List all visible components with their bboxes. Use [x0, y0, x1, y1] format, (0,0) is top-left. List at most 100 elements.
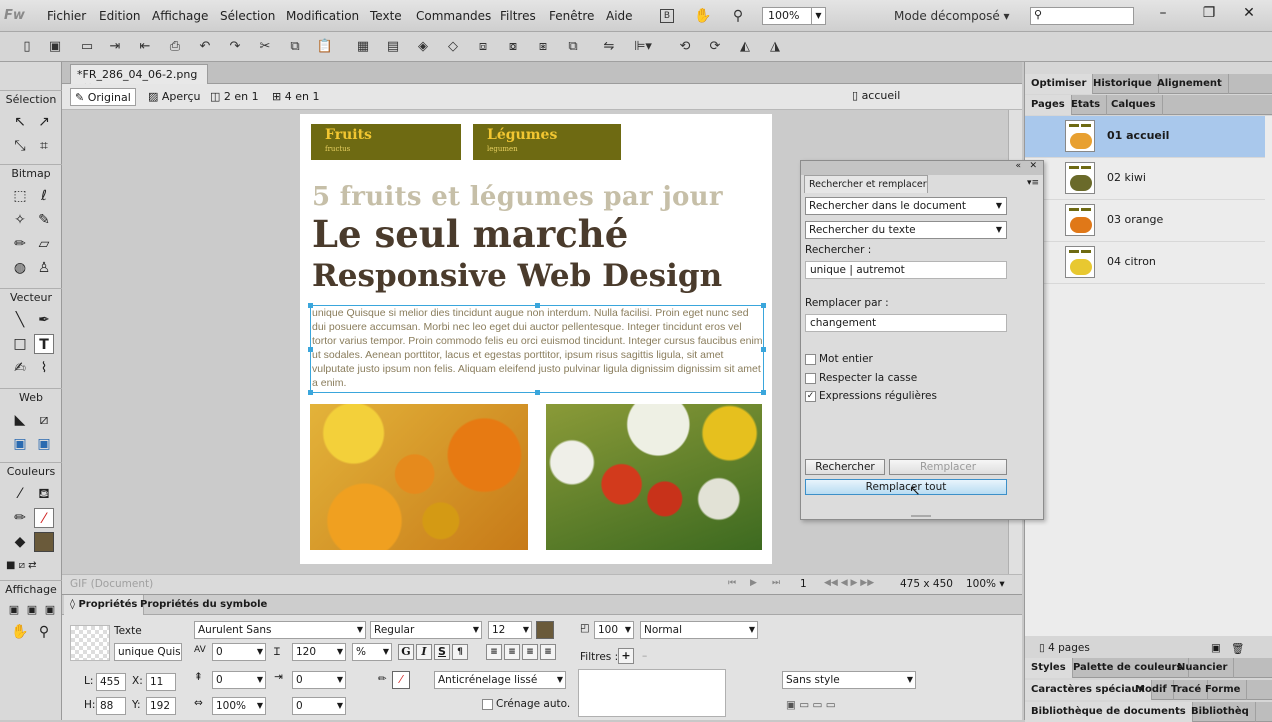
- text-selection-box[interactable]: [308, 303, 766, 395]
- restore-button[interactable]: ❐: [1194, 2, 1224, 24]
- subselect-tool-icon[interactable]: ↗: [34, 112, 54, 132]
- align-icon[interactable]: ⊫▾: [630, 38, 656, 56]
- italic-button[interactable]: I: [416, 644, 432, 660]
- panel-menu-icon[interactable]: ▾≡: [1027, 178, 1039, 188]
- document-format[interactable]: GIF (Document): [70, 578, 153, 590]
- font-size-input[interactable]: 12 ▼: [488, 621, 532, 639]
- tab-alignement[interactable]: Alignement: [1151, 74, 1229, 94]
- eyedropper-tool-icon[interactable]: ⁄: [10, 484, 30, 504]
- text-tool-icon[interactable]: T: [34, 334, 54, 354]
- search-scope-select[interactable]: Rechercher dans le document ▼: [805, 197, 1007, 215]
- close-button[interactable]: ✕: [1234, 2, 1264, 24]
- replace-input[interactable]: changement: [805, 314, 1007, 332]
- fill-swatch[interactable]: [34, 532, 54, 552]
- find-button[interactable]: Rechercher: [805, 459, 885, 475]
- brush-tool-icon[interactable]: ✎: [34, 210, 54, 230]
- autokern-checkbox[interactable]: [482, 699, 493, 710]
- menu-texte[interactable]: Texte: [370, 9, 402, 23]
- style-options-icon[interactable]: ▣ ▭ ▭ ▭: [786, 699, 836, 711]
- close-icon[interactable]: ✕: [1029, 161, 1037, 171]
- new-page-icon[interactable]: ▣: [1211, 642, 1221, 654]
- magic-wand-tool-icon[interactable]: ✧: [10, 210, 30, 230]
- pencil-tool-icon[interactable]: ✏: [10, 234, 30, 254]
- find-input[interactable]: unique | autremot: [805, 261, 1007, 279]
- tab-library[interactable]: Bibliothèq: [1185, 702, 1256, 722]
- tab-nuancier[interactable]: Nuancier: [1171, 658, 1235, 678]
- add-filter-button[interactable]: +: [618, 648, 634, 664]
- distribute-icon[interactable]: ⇋: [600, 38, 618, 56]
- status-zoom[interactable]: 100% ▾: [966, 578, 1005, 590]
- prev-page-icon[interactable]: ◀◀ ◀ ▶ ▶▶: [824, 578, 874, 588]
- tab-symbol-properties[interactable]: Propriétés du symbole: [134, 595, 273, 615]
- pointer-tool-icon[interactable]: ↖: [10, 112, 30, 132]
- copy-icon[interactable]: ⧉: [286, 38, 304, 56]
- object-name-input[interactable]: unique Quisc: [114, 643, 182, 661]
- underline-button[interactable]: S: [434, 644, 450, 660]
- regex-checkbox[interactable]: ✓: [805, 391, 816, 402]
- slice-tool-icon[interactable]: ⧄: [34, 410, 54, 430]
- dialog-titlebar[interactable]: « ✕: [801, 161, 1043, 175]
- nav-legumes[interactable]: Légumes legumen: [473, 124, 621, 160]
- tab-doc-library[interactable]: Bibliothèque de documents: [1025, 702, 1193, 722]
- page-title[interactable]: Le seul marché: [312, 212, 628, 256]
- paint-bucket-tool-icon[interactable]: ⛾: [34, 484, 54, 504]
- text-color-swatch[interactable]: [536, 621, 554, 639]
- new-file-icon[interactable]: ▯: [18, 38, 36, 56]
- nav-fruits[interactable]: Fruits fructus: [311, 124, 461, 160]
- tab-historique[interactable]: Historique: [1087, 74, 1159, 94]
- workspace-switcher[interactable]: Mode décomposé ▾: [894, 9, 1010, 23]
- artboard[interactable]: Fruits fructus Légumes legumen 5 fruits et…: [300, 114, 772, 564]
- split-icon[interactable]: ◇: [444, 38, 462, 56]
- text-effects-button[interactable]: ¶: [452, 644, 468, 660]
- rotate-ccw-icon[interactable]: ⟲: [676, 38, 694, 56]
- antialias-select[interactable]: Anticrénelage lissé ▼: [434, 671, 566, 689]
- replace-button[interactable]: Remplacer: [889, 459, 1007, 475]
- menu-edition[interactable]: Edition: [99, 9, 141, 23]
- delete-page-icon[interactable]: 🗑: [1231, 642, 1244, 655]
- font-style-select[interactable]: Regular ▼: [370, 621, 482, 639]
- tab-styles[interactable]: Styles: [1025, 658, 1073, 678]
- match-case-checkbox[interactable]: [805, 373, 816, 384]
- page-row-accueil[interactable]: 01 accueil: [1025, 116, 1265, 158]
- line-tool-icon[interactable]: ╲: [10, 310, 30, 330]
- menu-affichage[interactable]: Affichage: [152, 9, 208, 23]
- selection-handle[interactable]: [761, 303, 766, 308]
- ungroup-icon[interactable]: ▤: [384, 38, 402, 56]
- print-icon[interactable]: ⎙: [166, 38, 184, 56]
- page-row-kiwi[interactable]: 02 kiwi: [1025, 158, 1265, 200]
- eraser-tool-icon[interactable]: ▱: [34, 234, 54, 254]
- export-icon[interactable]: ⇤: [136, 38, 154, 56]
- marquee-tool-icon[interactable]: ⬚: [10, 186, 30, 206]
- open-icon[interactable]: ▭: [78, 38, 96, 56]
- tab-calques[interactable]: Calques: [1105, 95, 1163, 115]
- page-title-secondary[interactable]: Responsive Web Design: [312, 258, 722, 294]
- replace-all-button[interactable]: Remplacer tout: [805, 479, 1007, 495]
- selection-handle[interactable]: [535, 303, 540, 308]
- menu-selection[interactable]: Sélection: [220, 9, 275, 23]
- paragraph-spacing-input[interactable]: 0 ▼: [292, 697, 346, 715]
- first-frame-icon[interactable]: ⏮: [728, 578, 736, 588]
- send-back-icon[interactable]: ⧉: [564, 38, 582, 56]
- menu-commandes[interactable]: Commandes: [416, 9, 491, 23]
- view-2up-button[interactable]: ◫ 2 en 1: [206, 88, 263, 106]
- page-select[interactable]: ▯ accueil▼: [852, 89, 1048, 102]
- selection-handle[interactable]: [308, 303, 313, 308]
- text-style-select[interactable]: Sans style ▼: [782, 671, 916, 689]
- blur-tool-icon[interactable]: ◍: [10, 258, 30, 278]
- dialog-tab[interactable]: Rechercher et remplacer: [804, 175, 928, 193]
- cut-icon[interactable]: ✂: [256, 38, 274, 56]
- y-input[interactable]: 192: [146, 697, 176, 715]
- selection-handle[interactable]: [761, 390, 766, 395]
- hand-tool-icon[interactable]: ✋: [10, 622, 30, 642]
- menu-fenetre[interactable]: Fenêtre: [549, 9, 594, 23]
- page-row-orange[interactable]: 03 orange: [1025, 200, 1265, 242]
- menu-filtres[interactable]: Filtres: [500, 9, 536, 23]
- blend-mode-select[interactable]: Normal ▼: [640, 621, 758, 639]
- hotspot-tool-icon[interactable]: ◣: [10, 410, 30, 430]
- stroke-color-icon[interactable]: ✏: [10, 508, 30, 528]
- view-4up-button[interactable]: ⊞ 4 en 1: [268, 88, 323, 106]
- zoom-icon[interactable]: ⚲: [729, 7, 747, 25]
- save-icon[interactable]: ▣: [46, 38, 64, 56]
- document-tab[interactable]: *FR_286_04_06-2.png ✕: [70, 64, 208, 94]
- menu-fichier[interactable]: Fichier: [47, 9, 86, 23]
